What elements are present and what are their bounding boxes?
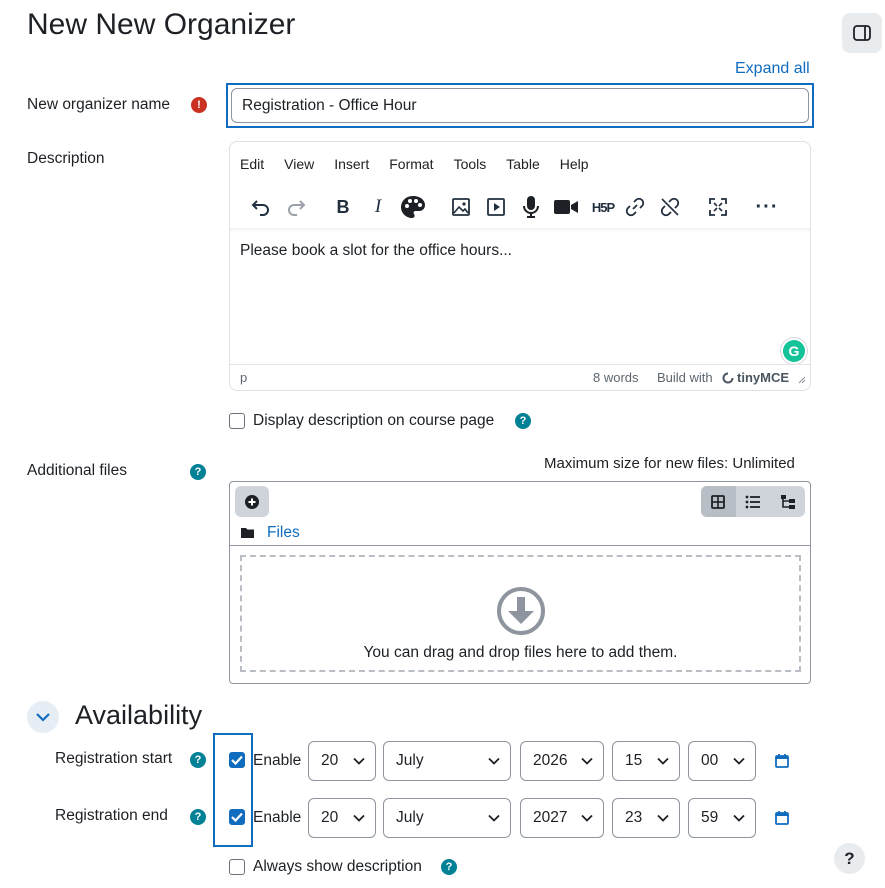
always-show-description-checkbox[interactable] — [229, 859, 245, 875]
fullscreen-icon[interactable] — [703, 192, 733, 222]
chevron-down-icon — [733, 757, 745, 765]
chevron-down-icon — [657, 757, 669, 765]
help-icon[interactable]: ? — [515, 413, 531, 429]
build-with-label: Build with — [657, 370, 713, 385]
start-month-select[interactable]: July — [383, 741, 511, 781]
unlink-icon[interactable] — [655, 192, 685, 222]
redo-icon[interactable] — [281, 192, 311, 222]
media-icon[interactable] — [481, 192, 511, 222]
end-year-select[interactable]: 2027 — [520, 798, 604, 838]
drawer-toggle-button[interactable] — [842, 13, 882, 53]
grid-view-icon[interactable] — [701, 486, 736, 517]
help-icon[interactable]: ? — [190, 464, 206, 480]
start-day-select[interactable]: 20 — [308, 741, 376, 781]
plus-circle-icon — [245, 494, 259, 509]
menu-format[interactable]: Format — [379, 156, 443, 172]
grammarly-icon[interactable]: G — [780, 337, 808, 365]
files-breadcrumb: Files — [241, 524, 300, 542]
h5p-icon[interactable]: H5P — [585, 192, 621, 222]
italic-icon[interactable]: I — [363, 192, 393, 222]
download-arrow-icon — [496, 587, 545, 635]
menu-insert[interactable]: Insert — [324, 156, 379, 172]
menu-tools[interactable]: Tools — [444, 156, 497, 172]
chevron-down-icon — [488, 814, 500, 822]
add-file-button[interactable] — [235, 486, 269, 517]
end-day-select[interactable]: 20 — [308, 798, 376, 838]
start-minute-select[interactable]: 00 — [688, 741, 756, 781]
files-divider — [230, 545, 810, 546]
name-input-focus-ring[interactable]: Registration - Office Hour — [226, 83, 814, 128]
tree-view-icon[interactable] — [770, 486, 805, 517]
menu-help[interactable]: Help — [550, 156, 599, 172]
description-label: Description — [27, 150, 105, 167]
enable-label: Enable — [253, 752, 302, 769]
description-editor: Edit View Insert Format Tools Table Help… — [229, 141, 811, 391]
chevron-down-icon — [657, 814, 669, 822]
link-icon[interactable] — [620, 192, 650, 222]
help-button[interactable]: ? — [834, 843, 865, 874]
collapse-section-button[interactable] — [27, 701, 59, 733]
menu-table[interactable]: Table — [496, 156, 549, 172]
page-title: New New Organizer — [27, 8, 296, 41]
menu-edit[interactable]: Edit — [230, 156, 274, 172]
editor-menubar: Edit View Insert Format Tools Table Help — [230, 156, 599, 172]
more-icon[interactable]: ··· — [752, 192, 782, 222]
tinymce-logo[interactable]: tinyMCE — [722, 370, 789, 385]
required-icon: ! — [191, 97, 207, 113]
editor-statusbar: p 8 words Build with tinyMCE — [230, 364, 810, 390]
always-show-description-label: Always show description — [253, 858, 422, 875]
end-minute-select[interactable]: 59 — [688, 798, 756, 838]
calendar-icon[interactable] — [775, 753, 789, 773]
start-year-select[interactable]: 2026 — [520, 741, 604, 781]
help-icon[interactable]: ? — [190, 752, 206, 768]
additional-files-label: Additional files — [27, 462, 127, 479]
chevron-down-icon — [733, 814, 745, 822]
editor-toolbar: B I H5P ··· — [242, 192, 798, 222]
toolbar-divider — [230, 228, 810, 232]
checkbox-highlight — [213, 733, 253, 847]
folder-icon — [241, 528, 254, 538]
editor-content[interactable]: Please book a slot for the office hours.… — [240, 242, 512, 260]
display-description-label: Display description on course page — [253, 412, 495, 429]
end-month-select[interactable]: July — [383, 798, 511, 838]
expand-all-link[interactable]: Expand all — [735, 60, 810, 78]
file-dropzone[interactable]: You can drag and drop files here to add … — [240, 555, 801, 672]
chevron-down-icon — [353, 814, 365, 822]
bold-icon[interactable]: B — [328, 192, 358, 222]
help-icon[interactable]: ? — [441, 859, 457, 875]
filemanager: Files You can drag and drop files here t… — [229, 481, 811, 684]
dropzone-text: You can drag and drop files here to add … — [363, 644, 678, 661]
display-description-checkbox[interactable] — [229, 413, 245, 429]
help-icon[interactable]: ? — [190, 809, 206, 825]
word-count: 8 words — [593, 370, 639, 385]
calendar-icon[interactable] — [775, 810, 789, 830]
name-label: New organizer name — [27, 96, 171, 113]
palette-icon[interactable] — [398, 192, 428, 222]
chevron-down-icon — [488, 757, 500, 765]
sidebar-panel-icon — [853, 25, 871, 41]
chevron-down-icon — [353, 757, 365, 765]
enable-label: Enable — [253, 809, 302, 826]
undo-icon[interactable] — [246, 192, 276, 222]
list-view-icon[interactable] — [736, 486, 771, 517]
registration-end-label: Registration end — [55, 807, 168, 824]
image-icon[interactable] — [446, 192, 476, 222]
microphone-icon[interactable] — [516, 192, 546, 222]
end-hour-select[interactable]: 23 — [612, 798, 680, 838]
status-path[interactable]: p — [240, 370, 247, 385]
registration-start-label: Registration start — [55, 750, 173, 767]
chevron-down-icon — [36, 713, 50, 722]
resize-handle-icon[interactable] — [798, 372, 806, 387]
chevron-down-icon — [581, 814, 593, 822]
organizer-name-input[interactable]: Registration - Office Hour — [231, 88, 809, 123]
max-size-text: Maximum size for new files: Unlimited — [544, 455, 795, 472]
files-folder-link[interactable]: Files — [267, 524, 300, 542]
chevron-down-icon — [581, 757, 593, 765]
availability-heading: Availability — [75, 700, 203, 730]
menu-view[interactable]: View — [274, 156, 324, 172]
view-mode-toggle — [701, 486, 805, 517]
video-icon[interactable] — [551, 192, 581, 222]
start-hour-select[interactable]: 15 — [612, 741, 680, 781]
